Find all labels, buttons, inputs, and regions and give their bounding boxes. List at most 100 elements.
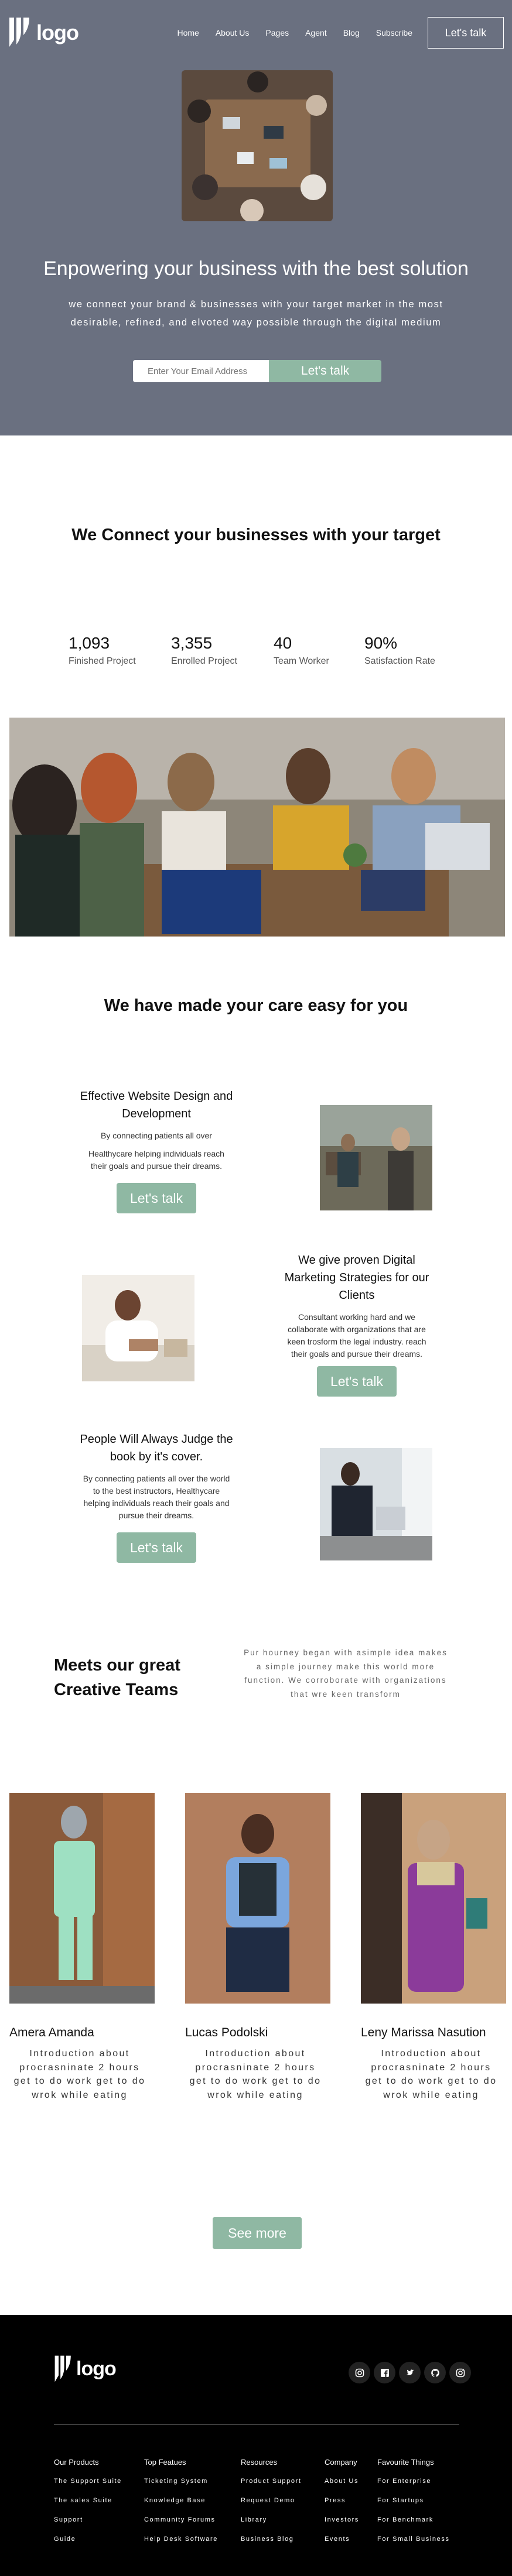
instagram-icon[interactable]: [449, 2362, 471, 2383]
footer-link[interactable]: Investors: [325, 2516, 359, 2523]
feature-text: By connecting patients all over the worl…: [83, 1474, 230, 1520]
footer-column-favourites: Favourite Things For Enterprise For Star…: [377, 2458, 450, 2555]
stat-value: 90%: [364, 634, 398, 652]
footer-link[interactable]: Press: [325, 2497, 359, 2504]
footer-link[interactable]: For Enterprise: [377, 2478, 450, 2485]
stat-satisfaction: 90% Satisfaction Rate: [364, 634, 467, 667]
github-icon[interactable]: [424, 2362, 446, 2383]
footer-link[interactable]: Guide: [54, 2536, 122, 2543]
nav-pages[interactable]: Pages: [257, 28, 297, 37]
feature-book-cover: People Will Always Judge the book by it'…: [80, 1431, 233, 1563]
nav-agent[interactable]: Agent: [297, 28, 335, 37]
footer-link[interactable]: Help Desk Software: [144, 2536, 218, 2543]
footer-column-title: Our Products: [54, 2458, 99, 2467]
team-member-card: Leny Marissa Nasution Introduction about…: [361, 1793, 506, 2102]
footer-link[interactable]: Events: [325, 2536, 359, 2543]
footer-link[interactable]: Business Blog: [241, 2536, 302, 2543]
header-cta-button[interactable]: Let's talk: [428, 17, 504, 49]
feature-text: By connecting patients all over: [101, 1131, 212, 1140]
logo[interactable]: logo: [8, 15, 79, 50]
instagram-icon[interactable]: [349, 2362, 370, 2383]
footer-link[interactable]: Support: [54, 2516, 122, 2523]
navbar: logo Home About Us Pages Agent Blog Subs…: [8, 15, 504, 50]
footer-column-title: Favourite Things: [377, 2458, 434, 2467]
member-name: Amera Amanda: [9, 2026, 94, 2039]
feature-web-design: Effective Website Design and Development…: [80, 1088, 233, 1213]
feature-title: People Will Always Judge the book by it'…: [80, 1433, 233, 1463]
care-title: We have made your care easy for you: [104, 996, 408, 1015]
team-description: Pur hourney began with asimple idea make…: [244, 1648, 448, 1699]
footer-column-title: Company: [325, 2458, 357, 2467]
feature-text: Consultant working hard and we collabora…: [287, 1312, 426, 1359]
stat-value: 3,355: [171, 634, 213, 652]
footer-column-title: Resources: [241, 2458, 278, 2467]
footer-link[interactable]: Request Demo: [241, 2497, 302, 2504]
footer-column-company: Company About Us Press Investors Events: [325, 2458, 359, 2555]
footer-link[interactable]: For Small Business: [377, 2536, 450, 2543]
footer-divider: [54, 2424, 459, 2425]
hero-image: [182, 70, 333, 221]
footer-link[interactable]: The sales Suite: [54, 2497, 122, 2504]
member-bio: Introduction about procrasninate 2 hours…: [365, 2049, 497, 2101]
twitter-icon[interactable]: [399, 2362, 421, 2383]
feature-cta-button[interactable]: Let's talk: [317, 1366, 397, 1397]
feature-cta-button[interactable]: Let's talk: [117, 1183, 196, 1213]
stat-finished: 1,093 Finished Project: [69, 634, 171, 667]
stat-label: Finished Project: [69, 656, 136, 666]
main-nav: Home About Us Pages Agent Blog Subscribe: [169, 28, 421, 37]
nav-blog[interactable]: Blog: [335, 28, 368, 37]
footer-column-resources: Resources Product Support Request Demo L…: [241, 2458, 302, 2555]
footer-link[interactable]: Community Forums: [144, 2516, 218, 2523]
logo-text: logo: [36, 20, 79, 44]
footer-link[interactable]: The Support Suite: [54, 2478, 122, 2485]
team-member-card: Lucas Podolski Introduction about procra…: [185, 1793, 330, 2102]
hero-submit-button[interactable]: Let's talk: [269, 360, 381, 382]
footer-link[interactable]: Product Support: [241, 2478, 302, 2485]
footer-column-products: Our Products The Support Suite The sales…: [54, 2458, 122, 2555]
stat-value: 1,093: [69, 634, 110, 652]
stat-label: Satisfaction Rate: [364, 656, 435, 666]
stat-label: Team Worker: [274, 656, 329, 666]
logo-mark-icon: [54, 2355, 71, 2382]
footer-link[interactable]: For Startups: [377, 2497, 450, 2504]
member-photo: [361, 1793, 506, 2004]
nav-subscribe[interactable]: Subscribe: [368, 28, 421, 37]
footer-link[interactable]: For Benchmark: [377, 2516, 450, 2523]
footer-link[interactable]: Knowledge Base: [144, 2497, 218, 2504]
stat-team: 40 Team Worker: [274, 634, 364, 667]
stats-row: 1,093 Finished Project 3,355 Enrolled Pr…: [69, 634, 467, 667]
see-more-button[interactable]: See more: [213, 2217, 302, 2249]
footer-logo[interactable]: logo: [54, 2349, 117, 2389]
nav-home[interactable]: Home: [169, 28, 207, 37]
feature-title: We give proven Digital Marketing Strateg…: [284, 1254, 429, 1302]
email-signup-form: Let's talk: [133, 360, 381, 382]
facebook-icon[interactable]: [374, 2362, 395, 2383]
member-name: Leny Marissa Nasution: [361, 2026, 486, 2039]
member-photo: [9, 1793, 155, 2004]
nav-about-us[interactable]: About Us: [207, 28, 258, 37]
feature-image-office: [320, 1105, 432, 1210]
footer-link[interactable]: About Us: [325, 2478, 359, 2485]
footer-link[interactable]: Ticketing System: [144, 2478, 218, 2485]
logo-mark-icon: [9, 18, 29, 47]
footer-link[interactable]: Library: [241, 2516, 302, 2523]
hero-subtitle: we connect your brand & businesses with …: [69, 299, 443, 328]
team-title-text: Meets our great Creative Teams: [54, 1656, 180, 1700]
footer: logo Our Products The Support Suite The: [0, 2315, 512, 2576]
footer-logo-text: logo: [76, 2357, 117, 2380]
email-input[interactable]: [133, 360, 269, 382]
member-name: Lucas Podolski: [185, 2026, 268, 2039]
member-bio: Introduction about procrasninate 2 hours…: [13, 2049, 146, 2101]
team-banner-image: [9, 718, 505, 937]
feature-cta-button[interactable]: Let's talk: [117, 1532, 196, 1563]
stat-value: 40: [274, 634, 292, 652]
member-photo: [185, 1793, 330, 2004]
feature-marketing: We give proven Digital Marketing Strateg…: [280, 1251, 434, 1397]
page: logo Home About Us Pages Agent Blog Subs…: [0, 0, 512, 2576]
feature-image-worker: [82, 1275, 194, 1381]
member-bio: Introduction about procrasninate 2 hours…: [189, 2049, 322, 2101]
stat-label: Enrolled Project: [171, 656, 237, 666]
team-title: Meets our great Creative Teams: [54, 1653, 189, 1702]
feature-title: Effective Website Design and Development: [80, 1090, 233, 1120]
footer-column-features: Top Featues Ticketing System Knowledge B…: [144, 2458, 218, 2555]
